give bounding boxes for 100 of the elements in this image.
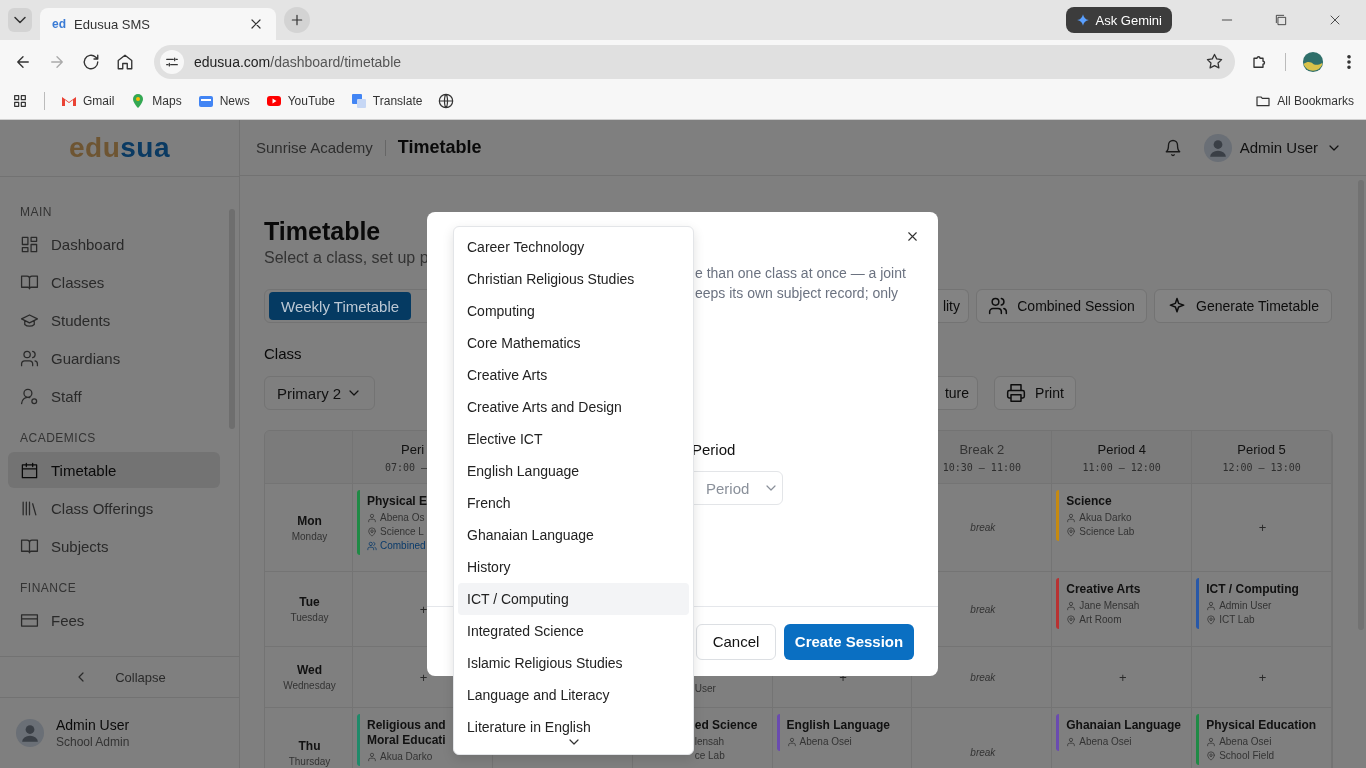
dashboard-icon: [20, 234, 39, 254]
lesson-card[interactable]: Science Akua Darko Science Lab: [1056, 490, 1135, 541]
user-menu[interactable]: Admin User: [1203, 133, 1342, 162]
new-tab-button[interactable]: [284, 7, 310, 33]
day-full-name: Thursday: [288, 755, 331, 767]
teacher-name: Abena Osei: [799, 736, 852, 747]
sidebar-item[interactable]: Students: [8, 302, 220, 338]
site-info-button[interactable]: [160, 49, 184, 74]
sidebar-item[interactable]: Guardians: [8, 340, 220, 376]
dropdown-option[interactable]: Islamic Religious Studies: [458, 647, 689, 679]
dropdown-option[interactable]: Elective ICT: [458, 423, 689, 455]
add-slot[interactable]: +: [1258, 520, 1267, 535]
lesson-card[interactable]: Creative Arts Jane Mensah Art Room: [1056, 578, 1141, 629]
lesson-card[interactable]: Physical Education Abena Osei School Field: [1196, 714, 1317, 765]
room-name: ICT Lab: [1219, 614, 1255, 625]
column-time: 10:30 – 11:00: [942, 461, 1021, 473]
dropdown-option[interactable]: Creative Arts: [458, 359, 689, 391]
ask-gemini-button[interactable]: Ask Gemini: [1065, 7, 1172, 33]
bell-icon[interactable]: [1163, 138, 1182, 157]
action-button[interactable]: ture: [938, 376, 978, 410]
create-session-button[interactable]: Create Session: [784, 623, 914, 660]
lesson-card[interactable]: Ghanaian Language Abena Osei: [1056, 714, 1181, 751]
dropdown-option[interactable]: Career Technology: [458, 231, 689, 263]
add-slot[interactable]: +: [1258, 669, 1267, 685]
add-slot[interactable]: +: [419, 601, 428, 617]
dropdown-option[interactable]: Literature in English: [458, 711, 689, 743]
lesson-detail: User: [694, 683, 716, 694]
action-button[interactable]: lity: [936, 289, 969, 323]
avatar-icon: [16, 719, 44, 747]
collapse-button[interactable]: Collapse: [0, 656, 239, 698]
person-icon: [1066, 736, 1077, 747]
class-select[interactable]: Primary 2: [264, 376, 375, 410]
column-time: 07:00 –: [385, 461, 428, 473]
browser-tab[interactable]: ed Edusua SMS: [40, 8, 276, 40]
user-name: Admin User: [56, 717, 130, 733]
address-bar[interactable]: edusua.com/dashboard/timetable: [154, 44, 1235, 79]
sidebar-item[interactable]: Classes: [8, 264, 220, 300]
star-icon[interactable]: [1206, 53, 1223, 71]
reload-icon[interactable]: [82, 52, 100, 71]
sidebar-item[interactable]: Timetable: [8, 452, 220, 488]
day-name: Mon: [297, 513, 322, 528]
dropdown-option[interactable]: Computing: [458, 295, 689, 327]
globe-icon[interactable]: [438, 93, 455, 110]
location-icon: [367, 526, 377, 537]
room-name: Science Lab: [1079, 526, 1135, 537]
cancel-button[interactable]: Cancel: [696, 623, 776, 660]
bookmark[interactable]: Gmail: [61, 93, 115, 110]
home-icon[interactable]: [116, 52, 134, 71]
break-label: break: [970, 671, 996, 683]
bookmark[interactable]: Translate: [350, 93, 423, 110]
tab-list-button[interactable]: [8, 8, 32, 32]
dropdown-option[interactable]: Language and Literacy: [458, 679, 689, 711]
school-name: Sunrise Academy: [256, 139, 373, 156]
day-full-name: Wednesday: [283, 680, 336, 691]
dropdown-option[interactable]: ICT / Computing: [458, 583, 689, 615]
break-label: break: [970, 747, 996, 758]
dropdown-option[interactable]: Ghanaian Language: [458, 519, 689, 551]
action-button[interactable]: Combined Session: [976, 289, 1147, 323]
subject-name: Physical E: [367, 494, 428, 509]
avatar-icon: [1203, 133, 1232, 162]
person-icon: [1066, 512, 1077, 523]
action-button[interactable]: Generate Timetable: [1154, 289, 1332, 323]
action-button[interactable]: Print: [994, 376, 1076, 410]
dropdown-option[interactable]: Creative Arts and Design: [458, 391, 689, 423]
close-icon[interactable]: [905, 229, 920, 244]
sidebar-item[interactable]: Staff: [8, 378, 220, 414]
profile-avatar[interactable]: [1302, 50, 1324, 73]
lesson-card[interactable]: English Language Abena Osei: [776, 714, 890, 751]
break-label: break: [970, 522, 996, 533]
bookmark[interactable]: News: [197, 93, 250, 110]
apps-icon[interactable]: [12, 93, 28, 110]
dropdown-option[interactable]: Integrated Science: [458, 615, 689, 647]
page-title: Timetable: [397, 137, 482, 158]
dropdown-option[interactable]: Christian Religious Studies: [458, 263, 689, 295]
dropdown-option[interactable]: Core Mathematics: [458, 327, 689, 359]
sidebar-item[interactable]: Subjects: [8, 528, 220, 564]
restore-icon[interactable]: [1273, 12, 1289, 28]
dropdown-option[interactable]: History: [458, 551, 689, 583]
bookmark[interactable]: Maps: [130, 93, 182, 110]
users-icon: [988, 296, 1009, 316]
sidebar-item[interactable]: Dashboard: [8, 226, 220, 262]
subject-name: ed Science: [694, 718, 758, 733]
add-slot[interactable]: +: [1118, 669, 1127, 685]
subject-name: ICT / Computing: [1206, 582, 1299, 597]
teacher-name: Abena Osei: [1079, 736, 1132, 747]
news-icon: [197, 93, 214, 110]
field-label: Class: [264, 345, 302, 364]
column-heading: Break 2: [959, 441, 1005, 457]
all-bookmarks-button[interactable]: All Bookmarks: [1255, 93, 1354, 110]
person-icon: [1206, 600, 1217, 611]
teacher-name: Admin User: [1219, 600, 1272, 611]
view-tab[interactable]: Weekly Timetable: [269, 292, 412, 320]
lesson-card[interactable]: ICT / Computing Admin User ICT Lab: [1196, 578, 1299, 629]
bookmark[interactable]: YouTube: [265, 93, 335, 110]
column-heading: Period 4: [1097, 441, 1146, 457]
teacher-name: Akua Darko: [1079, 512, 1132, 523]
sidebar-item[interactable]: Class Offerings: [8, 490, 220, 526]
add-slot[interactable]: +: [419, 669, 428, 685]
column-heading: Peri: [401, 441, 425, 457]
sidebar-item[interactable]: Fees: [8, 602, 220, 638]
